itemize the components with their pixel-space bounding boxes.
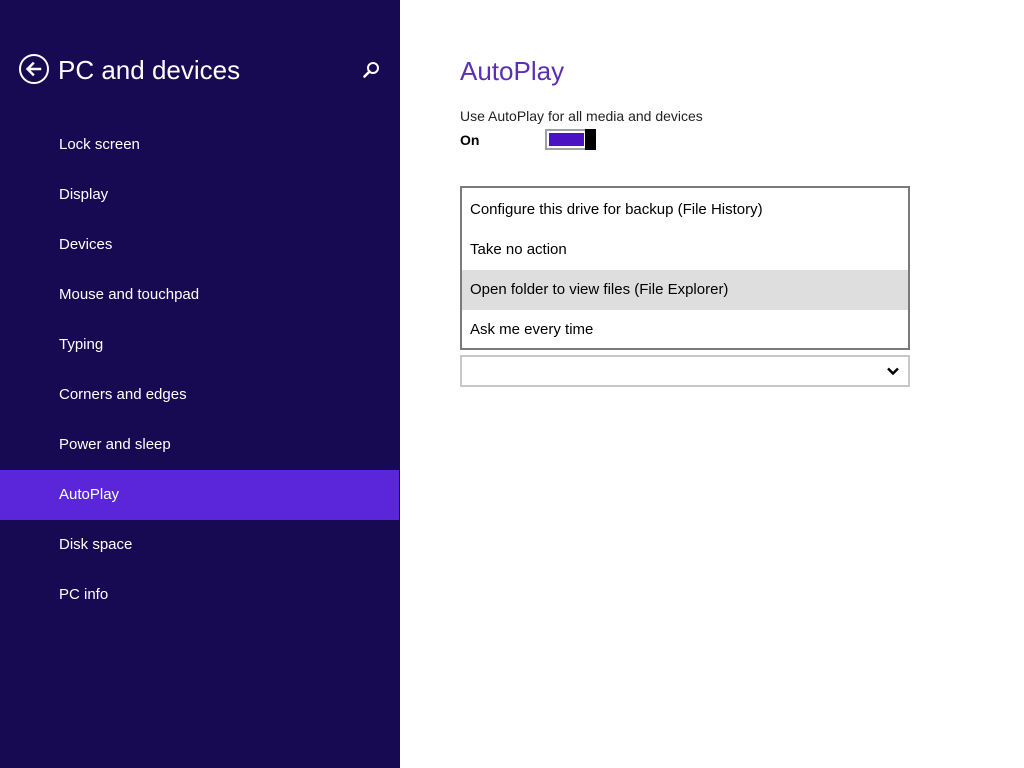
sidebar-item-disk-space[interactable]: Disk space xyxy=(0,520,399,570)
dropdown-option[interactable]: Configure this drive for backup (File Hi… xyxy=(462,190,908,230)
main-content: AutoPlay Use AutoPlay for all media and … xyxy=(400,0,1024,768)
sidebar: PC and devices Lock screen Display Devic… xyxy=(0,0,400,768)
dropdown-option-label: Open folder to view files (File Explorer… xyxy=(470,281,729,298)
page-title: AutoPlay xyxy=(460,56,565,86)
sidebar-item-label: Power and sleep xyxy=(59,436,171,453)
nav-list: Lock screen Display Devices Mouse and to… xyxy=(0,120,400,620)
sidebar-item-label: Disk space xyxy=(59,536,133,553)
sidebar-item-mouse-and-touchpad[interactable]: Mouse and touchpad xyxy=(0,270,399,320)
dropdown-option-label: Ask me every time xyxy=(470,321,594,338)
chevron-down-icon xyxy=(886,365,900,377)
sidebar-item-autoplay[interactable]: AutoPlay xyxy=(0,470,399,520)
sidebar-item-corners-and-edges[interactable]: Corners and edges xyxy=(0,370,399,420)
back-arrow-icon xyxy=(25,61,42,77)
dropdown-option-label: Take no action xyxy=(470,241,567,258)
autoplay-action-dropdown[interactable] xyxy=(460,355,910,387)
autoplay-action-options: Configure this drive for backup (File Hi… xyxy=(460,186,910,350)
autoplay-toggle[interactable] xyxy=(545,129,596,150)
sidebar-item-label: Typing xyxy=(59,336,104,353)
sidebar-title: PC and devices xyxy=(58,55,241,85)
sidebar-item-typing[interactable]: Typing xyxy=(0,320,399,370)
autoplay-setting-label: Use AutoPlay for all media and devices xyxy=(460,108,703,124)
toggle-state-label: On xyxy=(460,132,480,148)
dropdown-option[interactable]: Open folder to view files (File Explorer… xyxy=(462,270,908,310)
dropdown-option[interactable]: Take no action xyxy=(462,230,908,270)
sidebar-item-lock-screen[interactable]: Lock screen xyxy=(0,120,399,170)
toggle-thumb[interactable] xyxy=(585,129,596,150)
sidebar-item-label: Devices xyxy=(59,236,113,253)
sidebar-item-power-and-sleep[interactable]: Power and sleep xyxy=(0,420,399,470)
sidebar-item-label: Lock screen xyxy=(59,136,140,153)
back-button[interactable] xyxy=(19,54,49,84)
toggle-track-fill xyxy=(549,133,584,146)
sidebar-item-label: Mouse and touchpad xyxy=(59,286,200,303)
search-button[interactable] xyxy=(360,59,382,81)
pc-settings-window: PC and devices Lock screen Display Devic… xyxy=(0,0,1024,768)
sidebar-item-label: PC info xyxy=(59,586,109,603)
sidebar-item-pc-info[interactable]: PC info xyxy=(0,570,399,620)
dropdown-option[interactable]: Ask me every time xyxy=(462,310,908,350)
sidebar-item-display[interactable]: Display xyxy=(0,170,399,220)
sidebar-item-label: AutoPlay xyxy=(59,486,120,503)
search-icon xyxy=(363,62,379,78)
sidebar-item-label: Display xyxy=(59,186,109,203)
dropdown-option-label: Configure this drive for backup (File Hi… xyxy=(470,201,763,218)
sidebar-item-label: Corners and edges xyxy=(59,386,187,403)
sidebar-item-devices[interactable]: Devices xyxy=(0,220,399,270)
